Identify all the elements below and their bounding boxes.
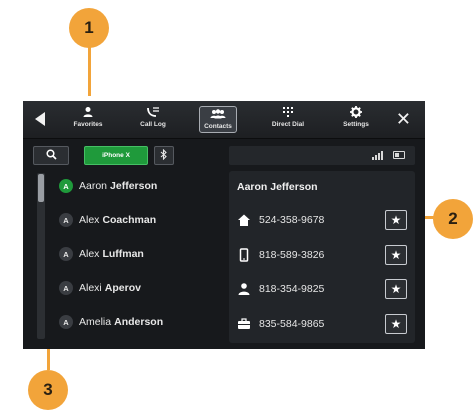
contacts-screen: Favorites Call Log Contacts Direct Dial: [23, 101, 425, 349]
tab-call-log-label: Call Log: [140, 121, 166, 128]
person-icon: [237, 282, 251, 296]
battery-icon: [393, 151, 405, 159]
contact-last-name: Anderson: [114, 316, 164, 328]
tab-settings[interactable]: Settings: [331, 105, 381, 135]
contact-row-aaron-jefferson[interactable]: A Aaron Jefferson: [51, 169, 219, 203]
scrollbar-thumb[interactable]: [38, 174, 44, 202]
contacts-icon: [210, 107, 226, 121]
phone-number: 818-354-9825: [259, 283, 325, 295]
contact-letter-badge: A: [59, 213, 73, 227]
tab-contacts-label: Contacts: [204, 123, 232, 130]
close-icon[interactable]: ✕: [396, 109, 411, 130]
contact-list: A Aaron Jefferson A Alex Coachman A Alex…: [51, 169, 219, 339]
contact-last-name: Luffman: [102, 248, 144, 260]
contact-first-name: Alex: [79, 214, 100, 226]
tab-favorites[interactable]: Favorites: [63, 105, 113, 135]
top-nav-bar: Favorites Call Log Contacts Direct Dial: [23, 101, 425, 139]
home-icon: [237, 213, 251, 227]
bluetooth-icon: [159, 148, 169, 162]
contact-letter-badge: A: [59, 179, 73, 193]
tab-call-log[interactable]: Call Log: [128, 105, 178, 135]
contact-letter-badge: A: [59, 247, 73, 261]
phone-device-button[interactable]: iPhone X: [84, 146, 148, 165]
favorite-star-button[interactable]: ★: [385, 279, 407, 299]
search-button[interactable]: [33, 146, 69, 165]
call-log-icon: [146, 105, 160, 119]
callout-2: 2: [433, 199, 473, 239]
callout-1: 1: [69, 8, 109, 48]
number-row-mobile[interactable]: 818-589-3826 ★: [229, 243, 415, 267]
contact-row-alex-luffman[interactable]: A Alex Luffman: [51, 237, 219, 271]
tab-settings-label: Settings: [343, 121, 369, 128]
favorite-star-button[interactable]: ★: [385, 314, 407, 334]
contact-detail-panel: Aaron Jefferson 524-358-9678 ★ 818-589-3…: [229, 171, 415, 343]
callout-3: 3: [28, 370, 68, 410]
bluetooth-button[interactable]: [154, 146, 174, 165]
person-star-icon: [82, 105, 94, 119]
contact-letter-badge: A: [59, 315, 73, 329]
contact-last-name: Coachman: [102, 214, 157, 226]
contact-letter-badge: A: [59, 281, 73, 295]
number-row-home[interactable]: 524-358-9678 ★: [229, 208, 415, 232]
back-arrow-icon[interactable]: [35, 112, 45, 126]
number-row-work[interactable]: 835-584-9865 ★: [229, 312, 415, 336]
mobile-icon: [237, 248, 251, 262]
contact-first-name: Alexi: [79, 282, 102, 294]
phone-number: 524-358-9678: [259, 214, 325, 226]
number-row-personal[interactable]: 818-354-9825 ★: [229, 277, 415, 301]
contact-row-amelia-anderson[interactable]: A Amelia Anderson: [51, 305, 219, 339]
callout-1-line: [88, 44, 91, 96]
phone-number: 835-584-9865: [259, 318, 325, 330]
contact-first-name: Aaron: [79, 180, 108, 192]
signal-strength-icon: [372, 151, 383, 160]
favorite-star-button[interactable]: ★: [385, 245, 407, 265]
gear-icon: [350, 105, 362, 119]
phone-number: 818-589-3826: [259, 249, 325, 261]
contact-row-alexi-aperov[interactable]: A Alexi Aperov: [51, 271, 219, 305]
contact-row-alex-coachman[interactable]: A Alex Coachman: [51, 203, 219, 237]
tab-direct-dial[interactable]: Direct Dial: [263, 105, 313, 135]
contact-last-name: Aperov: [104, 282, 141, 294]
tab-favorites-label: Favorites: [73, 121, 103, 128]
tab-direct-dial-label: Direct Dial: [271, 121, 305, 128]
favorite-star-button[interactable]: ★: [385, 210, 407, 230]
contact-first-name: Amelia: [79, 316, 112, 328]
search-icon: [45, 147, 57, 165]
briefcase-icon: [237, 317, 251, 331]
contact-first-name: Alex: [79, 248, 100, 260]
status-bar: [229, 146, 415, 165]
detail-contact-name: Aaron Jefferson: [237, 181, 318, 193]
tab-contacts[interactable]: Contacts: [199, 106, 237, 133]
dialpad-icon: [282, 105, 294, 119]
contact-last-name: Jefferson: [110, 180, 158, 192]
